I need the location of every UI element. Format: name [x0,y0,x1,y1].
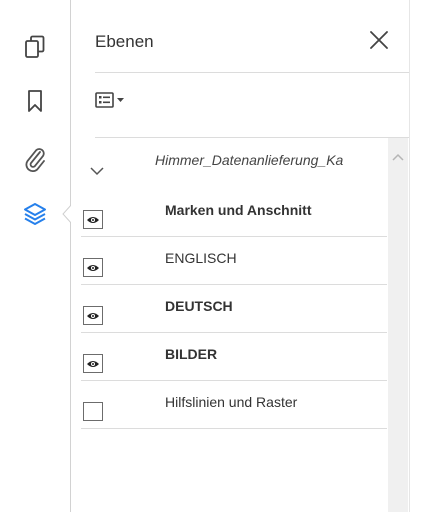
layers-tree: Himmer_Datenanlieferung_Ka Marken und An… [81,138,387,438]
visibility-toggle[interactable] [83,210,103,229]
attachment-icon[interactable] [22,146,48,172]
layer-row[interactable]: Hilfslinien und Raster [81,380,387,429]
pages-icon[interactable] [22,34,48,60]
layers-panel: Ebenen Himmer_Datenanlieferung_Ka Marken… [71,0,409,512]
bookmark-icon[interactable] [22,88,48,114]
visibility-toggle[interactable] [83,402,103,421]
eye-icon [87,216,99,223]
panel-title: Ebenen [95,32,154,51]
layer-row[interactable]: DEUTSCH [81,284,387,333]
close-icon[interactable] [367,28,391,52]
layer-label: ENGLISCH [165,250,237,266]
layer-label: Hilfslinien und Raster [165,394,298,410]
scroll-up-icon[interactable] [390,152,406,162]
layer-label: DEUTSCH [165,298,233,314]
layer-root-row[interactable]: Himmer_Datenanlieferung_Ka [81,138,387,188]
layers-icon[interactable] [22,201,48,227]
eye-icon [87,312,99,319]
layer-row[interactable]: ENGLISCH [81,236,387,285]
document-name-label: Himmer_Datenanlieferung_Ka [155,152,344,168]
eye-icon [87,264,99,271]
document-area-edge [409,0,436,512]
options-menu-icon[interactable] [95,90,135,116]
visibility-toggle[interactable] [83,354,103,373]
visibility-toggle[interactable] [83,306,103,325]
visibility-toggle[interactable] [83,258,103,277]
layer-row[interactable]: BILDER [81,332,387,381]
vertical-scrollbar[interactable] [388,138,408,512]
divider [95,72,409,73]
layer-row[interactable]: Marken und Anschnitt [81,188,387,237]
chevron-down-icon[interactable] [89,166,105,176]
left-navigation-rail [0,0,71,512]
layer-label: Marken und Anschnitt [165,202,312,218]
eye-icon [87,360,99,367]
layer-label: BILDER [165,346,218,362]
